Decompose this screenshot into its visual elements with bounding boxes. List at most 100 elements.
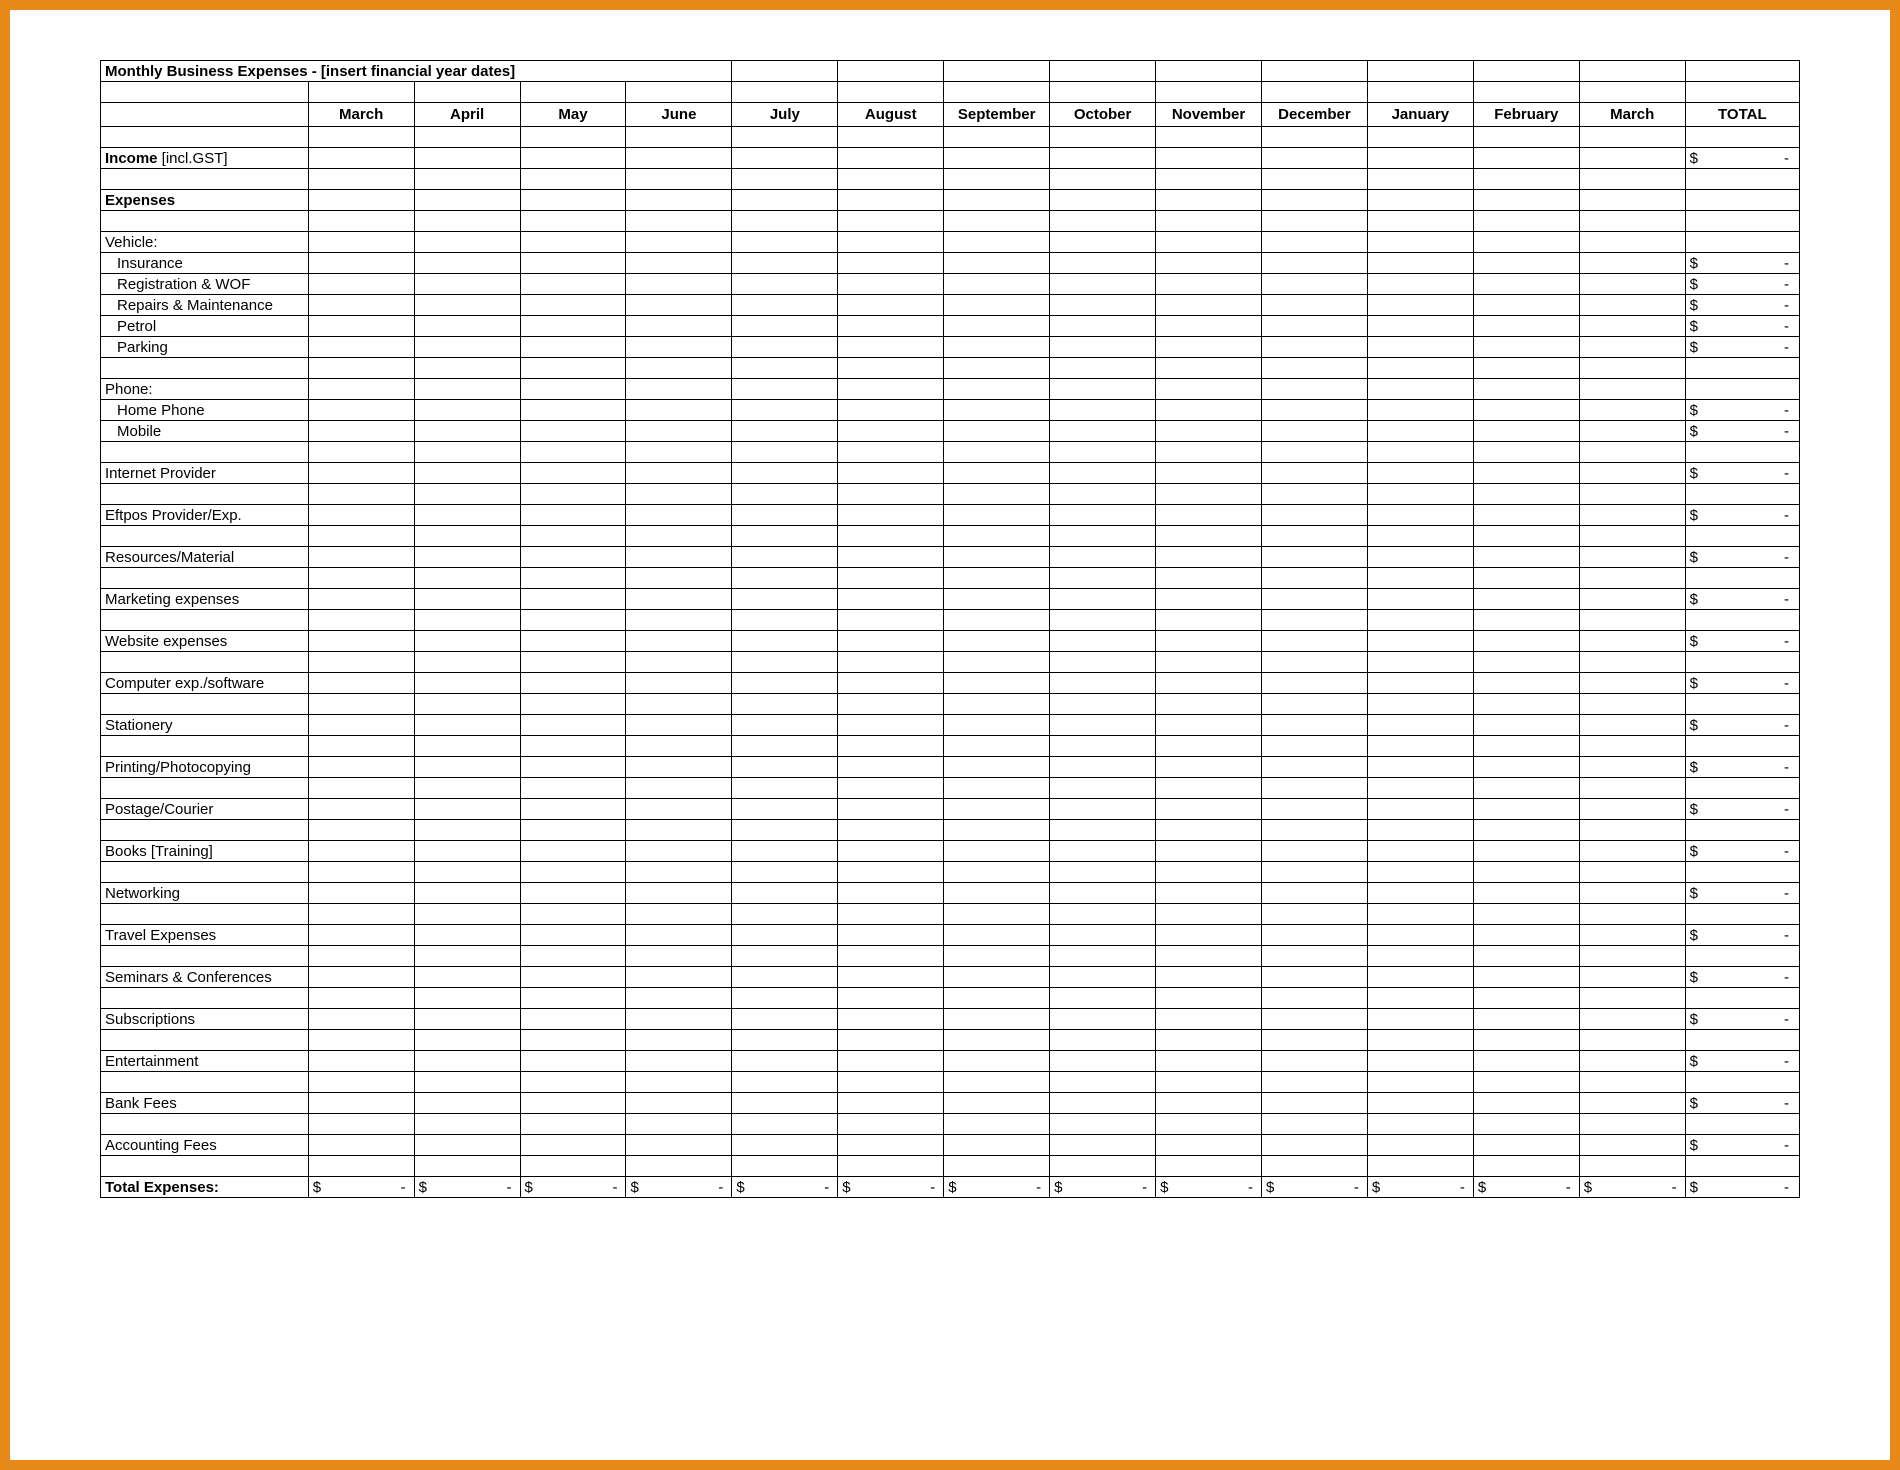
item-cell-10[interactable] bbox=[1367, 673, 1473, 694]
item-cell-5[interactable] bbox=[838, 1093, 944, 1114]
item-cell-5[interactable] bbox=[838, 673, 944, 694]
item-cell-5[interactable] bbox=[838, 1051, 944, 1072]
item-cell-7[interactable] bbox=[1050, 589, 1156, 610]
item-cell-10[interactable] bbox=[1367, 883, 1473, 904]
item-cell-0[interactable] bbox=[308, 673, 414, 694]
item-cell-8[interactable] bbox=[1156, 463, 1262, 484]
income-cell-7[interactable] bbox=[1050, 148, 1156, 169]
total-expenses-month-12[interactable]: $- bbox=[1579, 1177, 1685, 1198]
item-cell-12[interactable] bbox=[1579, 715, 1685, 736]
income-cell-5[interactable] bbox=[838, 148, 944, 169]
item-cell-1[interactable] bbox=[414, 715, 520, 736]
item-cell-11[interactable] bbox=[1473, 673, 1579, 694]
item-cell-0[interactable] bbox=[308, 757, 414, 778]
item-cell-8[interactable] bbox=[1156, 1009, 1262, 1030]
item-cell-5[interactable] bbox=[838, 253, 944, 274]
item-cell-10[interactable] bbox=[1367, 631, 1473, 652]
item-cell-10[interactable] bbox=[1367, 421, 1473, 442]
item-cell-10[interactable] bbox=[1367, 547, 1473, 568]
item-total[interactable]: $- bbox=[1685, 967, 1799, 988]
item-cell-9[interactable] bbox=[1261, 799, 1367, 820]
item-cell-2[interactable] bbox=[520, 274, 626, 295]
item-cell-4[interactable] bbox=[732, 967, 838, 988]
item-cell-12[interactable] bbox=[1579, 631, 1685, 652]
total-expenses-month-9[interactable]: $- bbox=[1261, 1177, 1367, 1198]
item-cell-2[interactable] bbox=[520, 1093, 626, 1114]
item-cell-0[interactable] bbox=[308, 295, 414, 316]
item-cell-5[interactable] bbox=[838, 715, 944, 736]
income-cell-0[interactable] bbox=[308, 148, 414, 169]
item-cell-3[interactable] bbox=[626, 757, 732, 778]
item-cell-10[interactable] bbox=[1367, 253, 1473, 274]
item-cell-1[interactable] bbox=[414, 316, 520, 337]
item-cell-11[interactable] bbox=[1473, 547, 1579, 568]
item-cell-1[interactable] bbox=[414, 799, 520, 820]
item-cell-9[interactable] bbox=[1261, 883, 1367, 904]
item-cell-3[interactable] bbox=[626, 631, 732, 652]
item-cell-4[interactable] bbox=[732, 757, 838, 778]
item-cell-0[interactable] bbox=[308, 631, 414, 652]
item-cell-10[interactable] bbox=[1367, 925, 1473, 946]
item-cell-11[interactable] bbox=[1473, 274, 1579, 295]
item-cell-6[interactable] bbox=[944, 925, 1050, 946]
item-cell-5[interactable] bbox=[838, 799, 944, 820]
item-cell-12[interactable] bbox=[1579, 316, 1685, 337]
item-cell-10[interactable] bbox=[1367, 463, 1473, 484]
total-expenses-month-6[interactable]: $- bbox=[944, 1177, 1050, 1198]
item-cell-3[interactable] bbox=[626, 316, 732, 337]
item-cell-3[interactable] bbox=[626, 799, 732, 820]
item-cell-7[interactable] bbox=[1050, 841, 1156, 862]
item-cell-2[interactable] bbox=[520, 883, 626, 904]
item-cell-2[interactable] bbox=[520, 589, 626, 610]
item-cell-10[interactable] bbox=[1367, 799, 1473, 820]
item-cell-0[interactable] bbox=[308, 883, 414, 904]
item-cell-4[interactable] bbox=[732, 673, 838, 694]
item-cell-4[interactable] bbox=[732, 715, 838, 736]
item-cell-12[interactable] bbox=[1579, 1135, 1685, 1156]
item-cell-11[interactable] bbox=[1473, 841, 1579, 862]
item-cell-2[interactable] bbox=[520, 253, 626, 274]
item-cell-4[interactable] bbox=[732, 337, 838, 358]
item-cell-1[interactable] bbox=[414, 337, 520, 358]
item-cell-8[interactable] bbox=[1156, 505, 1262, 526]
item-cell-6[interactable] bbox=[944, 757, 1050, 778]
item-cell-2[interactable] bbox=[520, 400, 626, 421]
item-cell-12[interactable] bbox=[1579, 547, 1685, 568]
item-cell-0[interactable] bbox=[308, 253, 414, 274]
item-total[interactable]: $- bbox=[1685, 505, 1799, 526]
item-cell-12[interactable] bbox=[1579, 841, 1685, 862]
item-cell-2[interactable] bbox=[520, 757, 626, 778]
item-cell-9[interactable] bbox=[1261, 925, 1367, 946]
item-cell-3[interactable] bbox=[626, 337, 732, 358]
item-cell-9[interactable] bbox=[1261, 673, 1367, 694]
item-cell-8[interactable] bbox=[1156, 1135, 1262, 1156]
item-cell-9[interactable] bbox=[1261, 253, 1367, 274]
item-cell-9[interactable] bbox=[1261, 757, 1367, 778]
item-total[interactable]: $- bbox=[1685, 274, 1799, 295]
item-cell-1[interactable] bbox=[414, 421, 520, 442]
item-cell-5[interactable] bbox=[838, 1135, 944, 1156]
item-cell-11[interactable] bbox=[1473, 505, 1579, 526]
item-cell-7[interactable] bbox=[1050, 1009, 1156, 1030]
item-cell-9[interactable] bbox=[1261, 1135, 1367, 1156]
item-cell-11[interactable] bbox=[1473, 1051, 1579, 1072]
item-cell-11[interactable] bbox=[1473, 967, 1579, 988]
item-cell-0[interactable] bbox=[308, 799, 414, 820]
item-cell-5[interactable] bbox=[838, 967, 944, 988]
item-cell-8[interactable] bbox=[1156, 589, 1262, 610]
item-cell-3[interactable] bbox=[626, 1135, 732, 1156]
item-cell-6[interactable] bbox=[944, 589, 1050, 610]
item-cell-4[interactable] bbox=[732, 589, 838, 610]
item-cell-8[interactable] bbox=[1156, 274, 1262, 295]
item-cell-4[interactable] bbox=[732, 883, 838, 904]
item-cell-1[interactable] bbox=[414, 757, 520, 778]
item-total[interactable]: $- bbox=[1685, 757, 1799, 778]
item-cell-10[interactable] bbox=[1367, 505, 1473, 526]
item-cell-10[interactable] bbox=[1367, 316, 1473, 337]
item-cell-3[interactable] bbox=[626, 1051, 732, 1072]
item-cell-12[interactable] bbox=[1579, 295, 1685, 316]
item-cell-9[interactable] bbox=[1261, 841, 1367, 862]
item-cell-6[interactable] bbox=[944, 799, 1050, 820]
item-cell-12[interactable] bbox=[1579, 400, 1685, 421]
item-cell-0[interactable] bbox=[308, 967, 414, 988]
